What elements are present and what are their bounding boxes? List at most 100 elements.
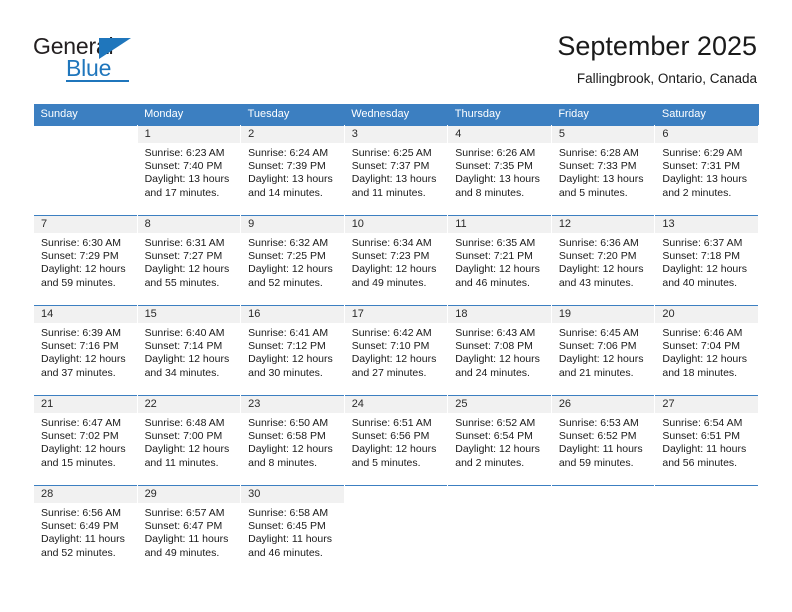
calendar-cell: 14 Sunrise: 6:39 AM Sunset: 7:16 PM Dayligh… — [33, 304, 138, 395]
sunset-text: Sunset: 7:18 PM — [662, 249, 741, 262]
page-subtitle: Fallingbrook, Ontario, Canada — [576, 71, 757, 86]
sunrise-text: Sunrise: 6:45 AM — [558, 326, 639, 339]
daylight-text-line2: and 8 minutes. — [455, 186, 525, 199]
day-cell: 18 Sunrise: 6:43 AM Sunset: 7:08 PM Dayligh… — [448, 305, 551, 395]
day-sun-info: Sunrise: 6:29 AM Sunset: 7:31 PM Daylight:… — [655, 143, 758, 201]
day-cell: 28 Sunrise: 6:56 AM Sunset: 6:49 PM Dayligh… — [34, 485, 137, 576]
sunset-text: Sunset: 7:35 PM — [455, 159, 533, 172]
sunset-text: Sunset: 7:14 PM — [144, 339, 223, 352]
day-sun-info: Sunrise: 6:43 AM Sunset: 7:08 PM Daylight:… — [448, 323, 551, 381]
sunrise-text: Sunrise: 6:26 AM — [455, 146, 536, 159]
daylight-text-line1: Daylight: 12 hours — [248, 353, 333, 366]
day-sun-info: Sunrise: 6:48 AM Sunset: 7:00 PM Daylight:… — [138, 413, 241, 471]
day-cell-empty — [34, 125, 137, 215]
sunset-text: Sunset: 7:20 PM — [558, 249, 637, 262]
daylight-text-line1: Daylight: 12 hours — [351, 263, 437, 276]
day-cell-empty — [655, 485, 758, 575]
daylight-text-line1: Daylight: 13 hours — [455, 173, 540, 186]
sunset-text: Sunset: 7:00 PM — [144, 429, 223, 442]
day-number: 3 — [344, 125, 448, 143]
day-number: 6 — [655, 125, 758, 143]
calendar-cell: 30 Sunrise: 6:58 AM Sunset: 6:45 PM Dayligh… — [240, 484, 345, 575]
weekday-header-row: Sunday Monday Tuesday Wednesday Thursday… — [33, 104, 759, 125]
sunrise-text: Sunrise: 6:25 AM — [351, 146, 432, 159]
calendar-page: General Blue September 2025 Fallingbrook… — [0, 0, 792, 612]
sunrise-text: Sunrise: 6:48 AM — [144, 416, 225, 429]
day-number: 10 — [344, 215, 448, 233]
day-cell: 11 Sunrise: 6:35 AM Sunset: 7:21 PM Dayligh… — [448, 215, 551, 305]
day-cell-empty — [551, 485, 655, 575]
day-sun-info: Sunrise: 6:24 AM Sunset: 7:39 PM Daylight:… — [241, 143, 344, 201]
sunrise-text: Sunrise: 6:23 AM — [144, 146, 225, 159]
daylight-text-line2: and 43 minutes. — [558, 276, 634, 289]
calendar-cell: 18 Sunrise: 6:43 AM Sunset: 7:08 PM Dayligh… — [447, 304, 552, 395]
sunset-text: Sunset: 7:29 PM — [41, 249, 119, 262]
daylight-text-line2: and 30 minutes. — [248, 366, 323, 379]
sunset-text: Sunset: 7:31 PM — [662, 159, 741, 172]
day-cell: 24 Sunrise: 6:51 AM Sunset: 6:56 PM Dayligh… — [344, 395, 448, 485]
sunset-text: Sunset: 7:12 PM — [248, 339, 326, 352]
daylight-text-line1: Daylight: 12 hours — [144, 263, 230, 276]
sunrise-text: Sunrise: 6:29 AM — [662, 146, 743, 159]
sunrise-text: Sunrise: 6:47 AM — [41, 416, 121, 429]
day-sun-info: Sunrise: 6:25 AM Sunset: 7:37 PM Daylight:… — [345, 143, 448, 201]
daylight-text-line1: Daylight: 13 hours — [248, 173, 333, 186]
daylight-text-line2: and 15 minutes. — [41, 456, 116, 469]
sunrise-text: Sunrise: 6:34 AM — [351, 236, 432, 249]
general-blue-logo: General Blue — [33, 33, 163, 83]
day-number: 22 — [137, 395, 241, 413]
daylight-text-line1: Daylight: 11 hours — [144, 533, 229, 546]
sunset-text: Sunset: 7:16 PM — [41, 339, 119, 352]
day-sun-info: Sunrise: 6:54 AM Sunset: 6:51 PM Daylight:… — [655, 413, 758, 471]
sunset-text: Sunset: 6:54 PM — [455, 429, 533, 442]
sunrise-text: Sunrise: 6:24 AM — [248, 146, 329, 159]
calendar-week-row: 14 Sunrise: 6:39 AM Sunset: 7:16 PM Dayligh… — [33, 304, 759, 395]
day-number: 2 — [241, 125, 344, 143]
calendar-cell: 19 Sunrise: 6:45 AM Sunset: 7:06 PM Dayligh… — [550, 304, 656, 395]
day-cell: 23 Sunrise: 6:50 AM Sunset: 6:58 PM Dayligh… — [241, 395, 344, 485]
daylight-text-line1: Daylight: 12 hours — [41, 443, 126, 456]
daylight-text-line1: Daylight: 13 hours — [351, 173, 437, 186]
daylight-text-line1: Daylight: 12 hours — [558, 353, 644, 366]
daylight-text-line2: and 49 minutes. — [351, 276, 427, 289]
daylight-text-line1: Daylight: 12 hours — [558, 263, 644, 276]
daylight-text-line2: and 46 minutes. — [248, 546, 323, 559]
sunrise-text: Sunrise: 6:57 AM — [144, 506, 225, 519]
daylight-text-line2: and 11 minutes. — [144, 456, 219, 469]
calendar-cell: 28 Sunrise: 6:56 AM Sunset: 6:49 PM Dayligh… — [33, 484, 138, 576]
sunset-text: Sunset: 7:37 PM — [351, 159, 430, 172]
daylight-text-line2: and 40 minutes. — [662, 276, 738, 289]
calendar-week-row: 7 Sunrise: 6:30 AM Sunset: 7:29 PM Daylight… — [33, 214, 759, 305]
calendar-cell: 10 Sunrise: 6:34 AM Sunset: 7:23 PM Dayligh… — [343, 214, 449, 305]
sunrise-text: Sunrise: 6:56 AM — [41, 506, 121, 519]
day-sun-info: Sunrise: 6:37 AM Sunset: 7:18 PM Daylight:… — [655, 233, 758, 291]
calendar-cell: 29 Sunrise: 6:57 AM Sunset: 6:47 PM Dayligh… — [136, 484, 242, 575]
page-header: General Blue September 2025 Fallingbrook… — [0, 0, 792, 104]
day-number: 28 — [34, 485, 137, 503]
day-sun-info: Sunrise: 6:41 AM Sunset: 7:12 PM Daylight:… — [241, 323, 344, 381]
calendar-cell: 1 Sunrise: 6:23 AM Sunset: 7:40 PM Daylight… — [136, 124, 242, 215]
day-sun-info: Sunrise: 6:46 AM Sunset: 7:04 PM Daylight:… — [655, 323, 758, 381]
sunrise-text: Sunrise: 6:52 AM — [455, 416, 536, 429]
calendar-cell: 21 Sunrise: 6:47 AM Sunset: 7:02 PM Dayligh… — [33, 394, 138, 485]
day-cell: 17 Sunrise: 6:42 AM Sunset: 7:10 PM Dayligh… — [344, 305, 448, 395]
day-number: 25 — [448, 395, 551, 413]
day-number: 5 — [551, 125, 655, 143]
day-number: 18 — [448, 305, 551, 323]
daylight-text-line1: Daylight: 12 hours — [41, 353, 126, 366]
day-sun-info: Sunrise: 6:50 AM Sunset: 6:58 PM Daylight:… — [241, 413, 344, 471]
day-cell: 14 Sunrise: 6:39 AM Sunset: 7:16 PM Dayligh… — [34, 305, 137, 395]
daylight-text-line1: Daylight: 12 hours — [41, 263, 126, 276]
day-sun-info: Sunrise: 6:39 AM Sunset: 7:16 PM Daylight:… — [34, 323, 137, 381]
logo-text-blue: Blue — [66, 55, 112, 81]
calendar-cell: 5 Sunrise: 6:28 AM Sunset: 7:33 PM Daylight… — [550, 124, 656, 215]
calendar-cell: 23 Sunrise: 6:50 AM Sunset: 6:58 PM Dayligh… — [240, 394, 345, 485]
day-cell: 26 Sunrise: 6:53 AM Sunset: 6:52 PM Dayligh… — [551, 395, 655, 485]
day-number: 13 — [655, 215, 758, 233]
calendar-cell: 20 Sunrise: 6:46 AM Sunset: 7:04 PM Dayligh… — [654, 304, 759, 395]
calendar-cell: 4 Sunrise: 6:26 AM Sunset: 7:35 PM Daylight… — [447, 124, 552, 215]
daylight-text-line1: Daylight: 13 hours — [662, 173, 748, 186]
sunset-text: Sunset: 7:06 PM — [558, 339, 637, 352]
sunset-text: Sunset: 7:25 PM — [248, 249, 326, 262]
day-cell: 5 Sunrise: 6:28 AM Sunset: 7:33 PM Daylight… — [551, 125, 655, 215]
